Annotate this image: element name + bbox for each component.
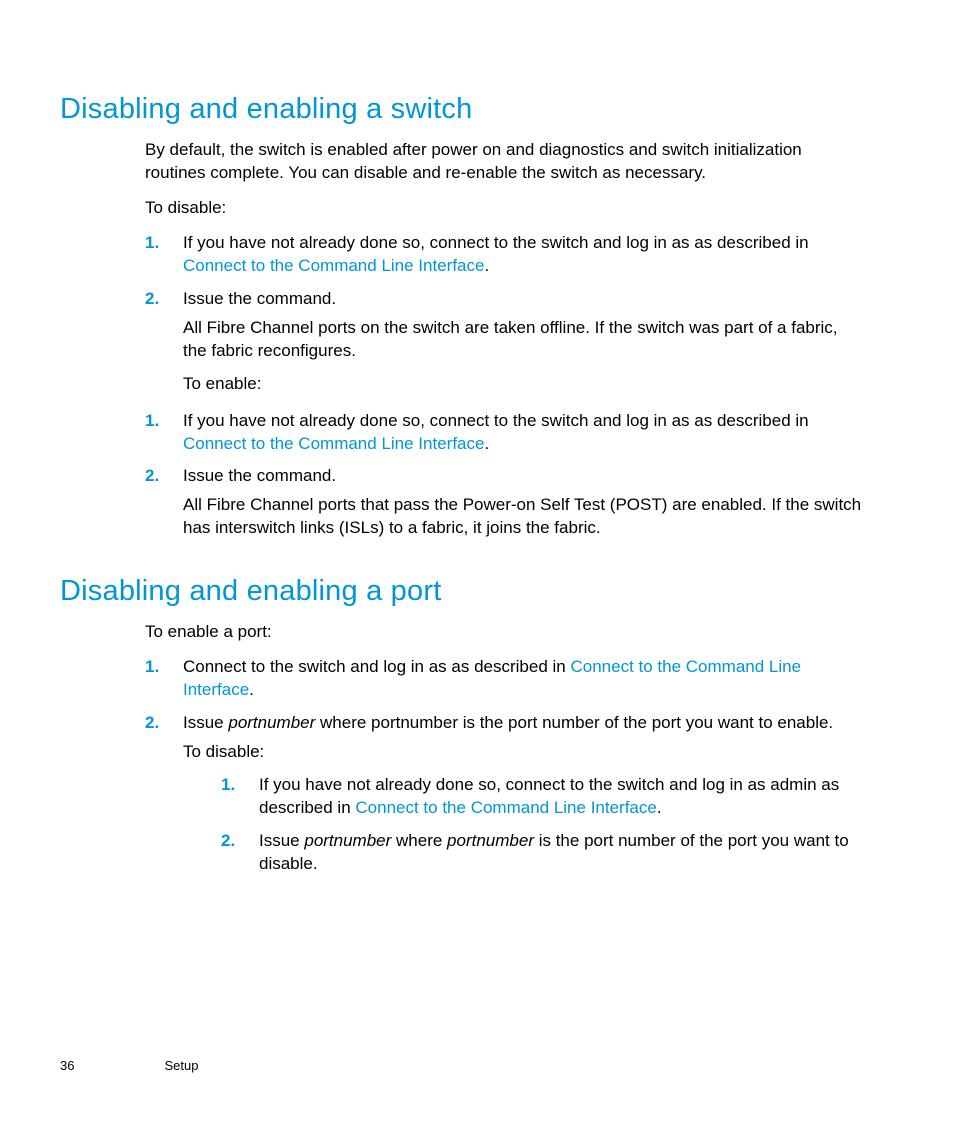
- list-item: 1. If you have not already done so, conn…: [145, 232, 864, 278]
- step-text: Issue the command.: [183, 289, 336, 308]
- step-followup: All Fibre Channel ports that pass the Po…: [183, 494, 864, 540]
- text-fragment: .: [657, 798, 662, 817]
- list-item: 1. Connect to the switch and log in as a…: [145, 656, 864, 702]
- arg-portnumber: portnumber: [304, 831, 391, 850]
- list-marker: 1.: [145, 232, 159, 255]
- arg-portnumber: portnumber: [447, 831, 534, 850]
- text-fragment: .: [484, 434, 489, 453]
- enable-switch-steps: 1. If you have not already done so, conn…: [145, 410, 864, 541]
- list-marker: 1.: [221, 774, 235, 797]
- text-fragment: .: [249, 680, 254, 699]
- document-page: Disabling and enabling a switch By defau…: [0, 0, 954, 1145]
- list-item: 2. Issue the command. All Fibre Channel …: [145, 465, 864, 540]
- arg-portnumber: portnumber: [228, 713, 315, 732]
- step-text: Connect to the switch and log in as as d…: [183, 657, 801, 699]
- text-fragment: where: [391, 831, 447, 850]
- page-number: 36: [60, 1057, 74, 1075]
- text-fragment: as described in: [694, 411, 808, 430]
- list-item: 2. Issue the command. All Fibre Channel …: [145, 288, 864, 396]
- text-fragment: Issue the: [183, 466, 257, 485]
- list-marker: 1.: [145, 410, 159, 433]
- text-fragment: as described in: [694, 233, 808, 252]
- section-2-body: To enable a port: 1. Connect to the swit…: [145, 621, 864, 875]
- section-1-body: By default, the switch is enabled after …: [145, 139, 864, 540]
- text-fragment: command.: [257, 466, 336, 485]
- list-item: 1. If you have not already done so, conn…: [145, 410, 864, 456]
- intro-paragraph: By default, the switch is enabled after …: [145, 139, 864, 185]
- enable-port-steps: 1. Connect to the switch and log in as a…: [145, 656, 864, 876]
- text-fragment: Issue: [183, 713, 228, 732]
- step-text: Issue portnumber where portnumber is the…: [183, 713, 833, 732]
- text-fragment: Issue: [259, 831, 304, 850]
- link-connect-cli[interactable]: Connect to the Command Line Interface: [183, 434, 484, 453]
- list-marker: 2.: [221, 830, 235, 853]
- text-fragment: If you have not already done so, connect…: [183, 411, 694, 430]
- to-enable-port-label: To enable a port:: [145, 621, 864, 644]
- text-fragment: as described in: [451, 657, 570, 676]
- list-item: 2. Issue portnumber where portnumber is …: [145, 712, 864, 876]
- text-fragment: Issue the: [183, 289, 257, 308]
- list-item: 2. Issue portnumber where portnumber is …: [221, 830, 864, 876]
- page-footer: 36 Setup: [60, 1057, 198, 1075]
- step-text: If you have not already done so, connect…: [183, 233, 809, 275]
- to-disable-port-label: To disable:: [183, 741, 864, 764]
- text-fragment: command.: [257, 289, 336, 308]
- text-fragment: .: [484, 256, 489, 275]
- list-marker: 2.: [145, 712, 159, 735]
- disable-port-steps: 1. If you have not already done so, conn…: [221, 774, 864, 876]
- text-fragment: Connect to the switch and log in as: [183, 657, 451, 676]
- list-marker: 2.: [145, 288, 159, 311]
- heading-disable-enable-switch: Disabling and enabling a switch: [60, 90, 864, 129]
- link-connect-cli[interactable]: Connect to the Command Line Interface: [183, 256, 484, 275]
- heading-disable-enable-port: Disabling and enabling a port: [60, 572, 864, 611]
- text-fragment: where portnumber is the port number of t…: [315, 713, 833, 732]
- list-item: 1. If you have not already done so, conn…: [221, 774, 864, 820]
- chapter-name: Setup: [164, 1057, 198, 1075]
- disable-port-sublist: 1. If you have not already done so, conn…: [221, 774, 864, 876]
- to-disable-label: To disable:: [145, 197, 864, 220]
- step-text: Issue the command.: [183, 466, 336, 485]
- disable-switch-steps: 1. If you have not already done so, conn…: [145, 232, 864, 396]
- to-enable-label: To enable:: [183, 373, 864, 396]
- step-followup: All Fibre Channel ports on the switch ar…: [183, 317, 864, 363]
- text-fragment: If you have not already done so, connect…: [183, 233, 694, 252]
- step-text: If you have not already done so, connect…: [259, 775, 839, 817]
- list-marker: 1.: [145, 656, 159, 679]
- link-connect-cli[interactable]: Connect to the Command Line Interface: [355, 798, 656, 817]
- step-text: Issue portnumber where portnumber is the…: [259, 831, 849, 873]
- step-text: If you have not already done so, connect…: [183, 411, 809, 453]
- list-marker: 2.: [145, 465, 159, 488]
